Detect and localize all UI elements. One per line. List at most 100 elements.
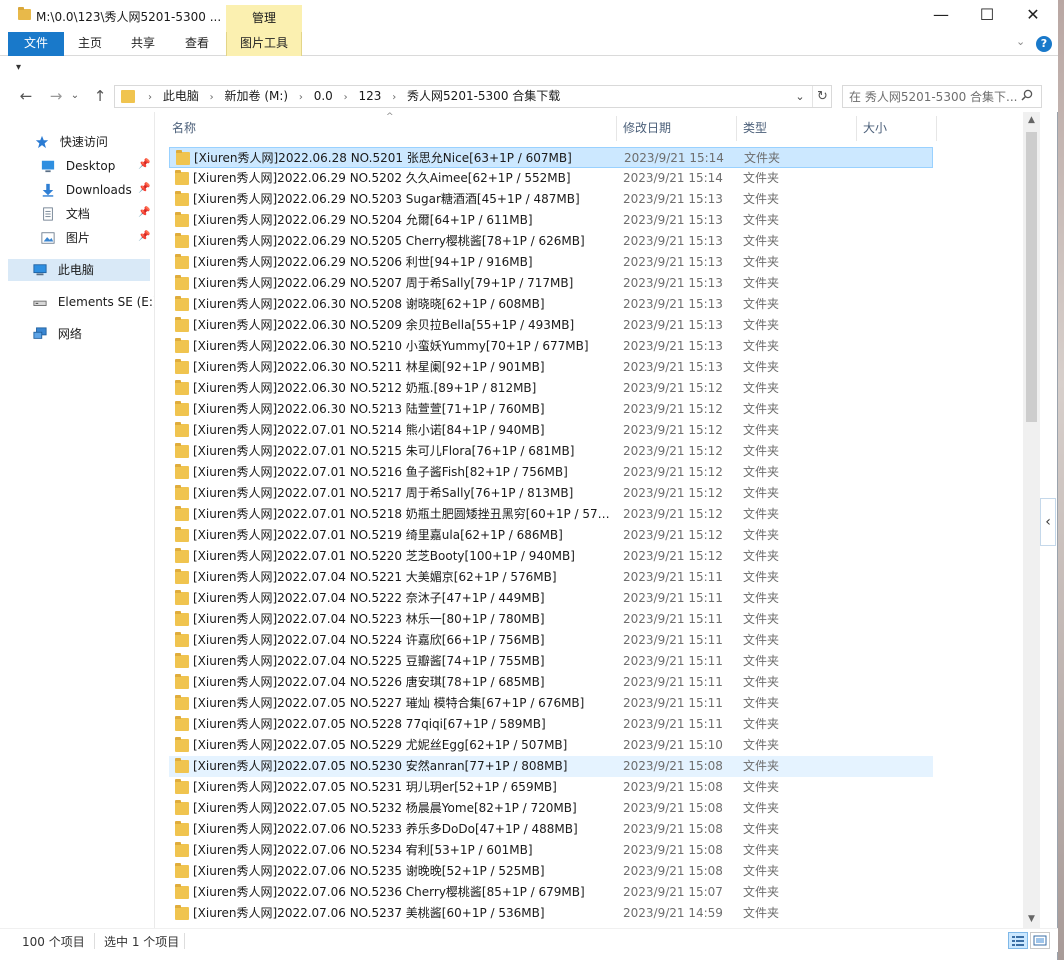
- file-type: 文件夹: [743, 486, 780, 500]
- table-row[interactable]: [Xiuren秀人网]2022.07.05 NO.5231 玥儿玥er[52+1…: [169, 777, 933, 798]
- sidebar-item-documents[interactable]: 文档: [40, 203, 90, 225]
- folder-icon: [175, 695, 189, 710]
- sidebar-item-network[interactable]: 网络: [32, 323, 82, 345]
- scrollbar-thumb[interactable]: [1026, 132, 1037, 422]
- file-name: [Xiuren秀人网]2022.07.05 NO.5227 璀灿 模特合集[67…: [193, 696, 585, 710]
- table-row[interactable]: [Xiuren秀人网]2022.07.05 NO.5229 尤妮丝Egg[62+…: [169, 735, 933, 756]
- table-row[interactable]: [Xiuren秀人网]2022.07.05 NO.5227 璀灿 模特合集[67…: [169, 693, 933, 714]
- file-name: [Xiuren秀人网]2022.07.05 NO.5229 尤妮丝Egg[62+…: [193, 738, 568, 752]
- sidebar-item-elements-se[interactable]: Elements SE (E:): [32, 291, 158, 313]
- table-row[interactable]: [Xiuren秀人网]2022.06.30 NO.5211 林星阑[92+1P …: [169, 357, 933, 378]
- breadcrumb-folder-0-0[interactable]: 0.0: [314, 86, 333, 107]
- table-row[interactable]: [Xiuren秀人网]2022.07.01 NO.5219 绮里嘉ula[62+…: [169, 525, 933, 546]
- table-row[interactable]: [Xiuren秀人网]2022.06.28 NO.5201 张思允Nice[63…: [169, 147, 933, 168]
- table-row[interactable]: [Xiuren秀人网]2022.07.01 NO.5215 朱可儿Flora[7…: [169, 441, 933, 462]
- breadcrumb-volume-m[interactable]: 新加卷 (M:): [225, 86, 289, 107]
- file-type: 文件夹: [743, 255, 780, 269]
- table-row[interactable]: [Xiuren秀人网]2022.06.29 NO.5206 利世[94+1P /…: [169, 252, 933, 273]
- sidebar-item-pictures[interactable]: 图片: [40, 227, 90, 249]
- breadcrumb-separator-icon[interactable]: ›: [210, 87, 214, 108]
- table-row[interactable]: [Xiuren秀人网]2022.07.04 NO.5224 许嘉欣[66+1P …: [169, 630, 933, 651]
- table-row[interactable]: [Xiuren秀人网]2022.07.04 NO.5225 豆瓣酱[74+1P …: [169, 651, 933, 672]
- tab-share[interactable]: 共享: [118, 32, 168, 56]
- table-row[interactable]: [Xiuren秀人网]2022.06.30 NO.5210 小蛮妖Yummy[7…: [169, 336, 933, 357]
- table-row[interactable]: [Xiuren秀人网]2022.07.06 NO.5236 Cherry樱桃酱[…: [169, 882, 933, 903]
- table-row[interactable]: [Xiuren秀人网]2022.07.04 NO.5223 林乐一[80+1P …: [169, 609, 933, 630]
- back-button[interactable]: ←: [16, 86, 36, 106]
- table-row[interactable]: [Xiuren秀人网]2022.07.01 NO.5220 芝芝Booty[10…: [169, 546, 933, 567]
- breadcrumb-this-pc[interactable]: 此电脑: [163, 86, 199, 107]
- table-row[interactable]: [Xiuren秀人网]2022.06.30 NO.5208 谢晓晓[62+1P …: [169, 294, 933, 315]
- breadcrumb-separator-icon[interactable]: ›: [392, 87, 396, 108]
- table-row[interactable]: [Xiuren秀人网]2022.07.01 NO.5217 周于希Sally[7…: [169, 483, 933, 504]
- column-header-date-modified[interactable]: 修改日期: [617, 116, 737, 141]
- scroll-down-icon[interactable]: ▼: [1023, 911, 1040, 928]
- search-icon[interactable]: [1021, 89, 1033, 101]
- table-row[interactable]: [Xiuren秀人网]2022.07.01 NO.5214 熊小诺[84+1P …: [169, 420, 933, 441]
- manage-context-tab[interactable]: 管理: [226, 5, 302, 32]
- large-icons-view-icon[interactable]: [1030, 932, 1050, 949]
- table-row[interactable]: [Xiuren秀人网]2022.07.01 NO.5218 奶瓶土肥圆矮挫丑黑穷…: [169, 504, 933, 525]
- table-row[interactable]: [Xiuren秀人网]2022.06.30 NO.5213 陆萱萱[71+1P …: [169, 399, 933, 420]
- table-row[interactable]: [Xiuren秀人网]2022.06.29 NO.5207 周于希Sally[7…: [169, 273, 933, 294]
- sidebar-item-this-pc[interactable]: 此电脑: [8, 259, 150, 281]
- sidebar-item-downloads[interactable]: Downloads: [40, 179, 132, 201]
- breadcrumb-folder-123[interactable]: 123: [358, 86, 381, 107]
- scroll-up-icon[interactable]: ▲: [1023, 112, 1040, 129]
- table-row[interactable]: [Xiuren秀人网]2022.07.06 NO.5237 美桃酱[60+1P …: [169, 903, 933, 924]
- sidebar-item-desktop[interactable]: Desktop: [40, 155, 115, 177]
- folder-icon: [175, 422, 189, 437]
- table-row[interactable]: [Xiuren秀人网]2022.07.06 NO.5235 谢晚晚[52+1P …: [169, 861, 933, 882]
- search-box[interactable]: [842, 85, 1042, 108]
- file-date: 2023/9/21 14:59: [623, 906, 723, 920]
- column-header-type[interactable]: 类型: [737, 116, 857, 141]
- tab-picture-tools[interactable]: 图片工具: [226, 32, 302, 56]
- help-icon[interactable]: ?: [1036, 36, 1052, 52]
- ribbon-expand-chevron-icon[interactable]: ⌄: [1016, 35, 1025, 48]
- vertical-scrollbar[interactable]: ▲ ▼: [1023, 112, 1040, 928]
- file-date: 2023/9/21 15:13: [623, 276, 723, 290]
- table-row[interactable]: [Xiuren秀人网]2022.06.29 NO.5204 允爾[64+1P /…: [169, 210, 933, 231]
- tab-view[interactable]: 查看: [172, 32, 222, 56]
- qat-dropdown-icon[interactable]: ▾: [16, 62, 21, 73]
- file-type: 文件夹: [743, 675, 780, 689]
- maximize-button[interactable]: ☐: [964, 4, 1010, 28]
- breadcrumb-current-folder[interactable]: 秀人网5201-5300 合集下载: [407, 86, 560, 107]
- tab-home[interactable]: 主页: [66, 32, 114, 56]
- recent-locations-icon[interactable]: ⌄: [68, 86, 82, 106]
- column-header-name[interactable]: 名称: [166, 116, 617, 141]
- up-button[interactable]: ↑: [90, 86, 110, 106]
- table-row[interactable]: [Xiuren秀人网]2022.07.06 NO.5234 宥利[53+1P /…: [169, 840, 933, 861]
- table-row[interactable]: [Xiuren秀人网]2022.06.29 NO.5203 Sugar糖酒酒[4…: [169, 189, 933, 210]
- table-row[interactable]: [Xiuren秀人网]2022.07.04 NO.5221 大美媚京[62+1P…: [169, 567, 933, 588]
- close-button[interactable]: ✕: [1010, 4, 1056, 28]
- table-row[interactable]: [Xiuren秀人网]2022.06.30 NO.5212 奶瓶.[89+1P …: [169, 378, 933, 399]
- table-row[interactable]: [Xiuren秀人网]2022.07.06 NO.5233 养乐多DoDo[47…: [169, 819, 933, 840]
- table-row[interactable]: [Xiuren秀人网]2022.06.30 NO.5209 余贝拉Bella[5…: [169, 315, 933, 336]
- table-row[interactable]: [Xiuren秀人网]2022.07.01 NO.5216 鱼子酱Fish[82…: [169, 462, 933, 483]
- breadcrumb-separator-icon[interactable]: ›: [344, 87, 348, 108]
- column-header-size[interactable]: 大小: [857, 116, 937, 141]
- tab-file[interactable]: 文件: [8, 32, 64, 56]
- table-row[interactable]: [Xiuren秀人网]2022.07.05 NO.5230 安然anran[77…: [169, 756, 933, 777]
- file-type: 文件夹: [743, 549, 780, 563]
- table-row[interactable]: [Xiuren秀人网]2022.07.05 NO.5232 杨晨晨Yome[82…: [169, 798, 933, 819]
- table-row[interactable]: [Xiuren秀人网]2022.07.05 NO.5228 77qiqi[67+…: [169, 714, 933, 735]
- details-view-icon[interactable]: [1008, 932, 1028, 949]
- address-history-dropdown-icon[interactable]: ⌄: [791, 88, 809, 105]
- search-input[interactable]: [849, 88, 1019, 105]
- address-bar[interactable]: › 此电脑 › 新加卷 (M:) › 0.0 › 123 › 秀人网5201-5…: [114, 85, 832, 108]
- minimize-button[interactable]: —: [918, 4, 964, 28]
- table-row[interactable]: [Xiuren秀人网]2022.07.04 NO.5226 唐安琪[78+1P …: [169, 672, 933, 693]
- table-row[interactable]: [Xiuren秀人网]2022.06.29 NO.5202 久久Aimee[62…: [169, 168, 933, 189]
- sidebar-item-label: 快速访问: [59, 135, 108, 149]
- breadcrumb-separator-icon[interactable]: ›: [299, 87, 303, 108]
- forward-button[interactable]: →: [46, 86, 66, 106]
- details-pane-toggle-icon[interactable]: ‹: [1040, 498, 1056, 546]
- file-date: 2023/9/21 15:12: [623, 444, 723, 458]
- sidebar-item-quick-access[interactable]: 快速访问: [34, 131, 108, 153]
- table-row[interactable]: [Xiuren秀人网]2022.07.04 NO.5222 奈沐子[47+1P …: [169, 588, 933, 609]
- table-row[interactable]: [Xiuren秀人网]2022.06.29 NO.5205 Cherry樱桃酱[…: [169, 231, 933, 252]
- file-type: 文件夹: [743, 717, 780, 731]
- refresh-icon[interactable]: ↻: [812, 86, 832, 107]
